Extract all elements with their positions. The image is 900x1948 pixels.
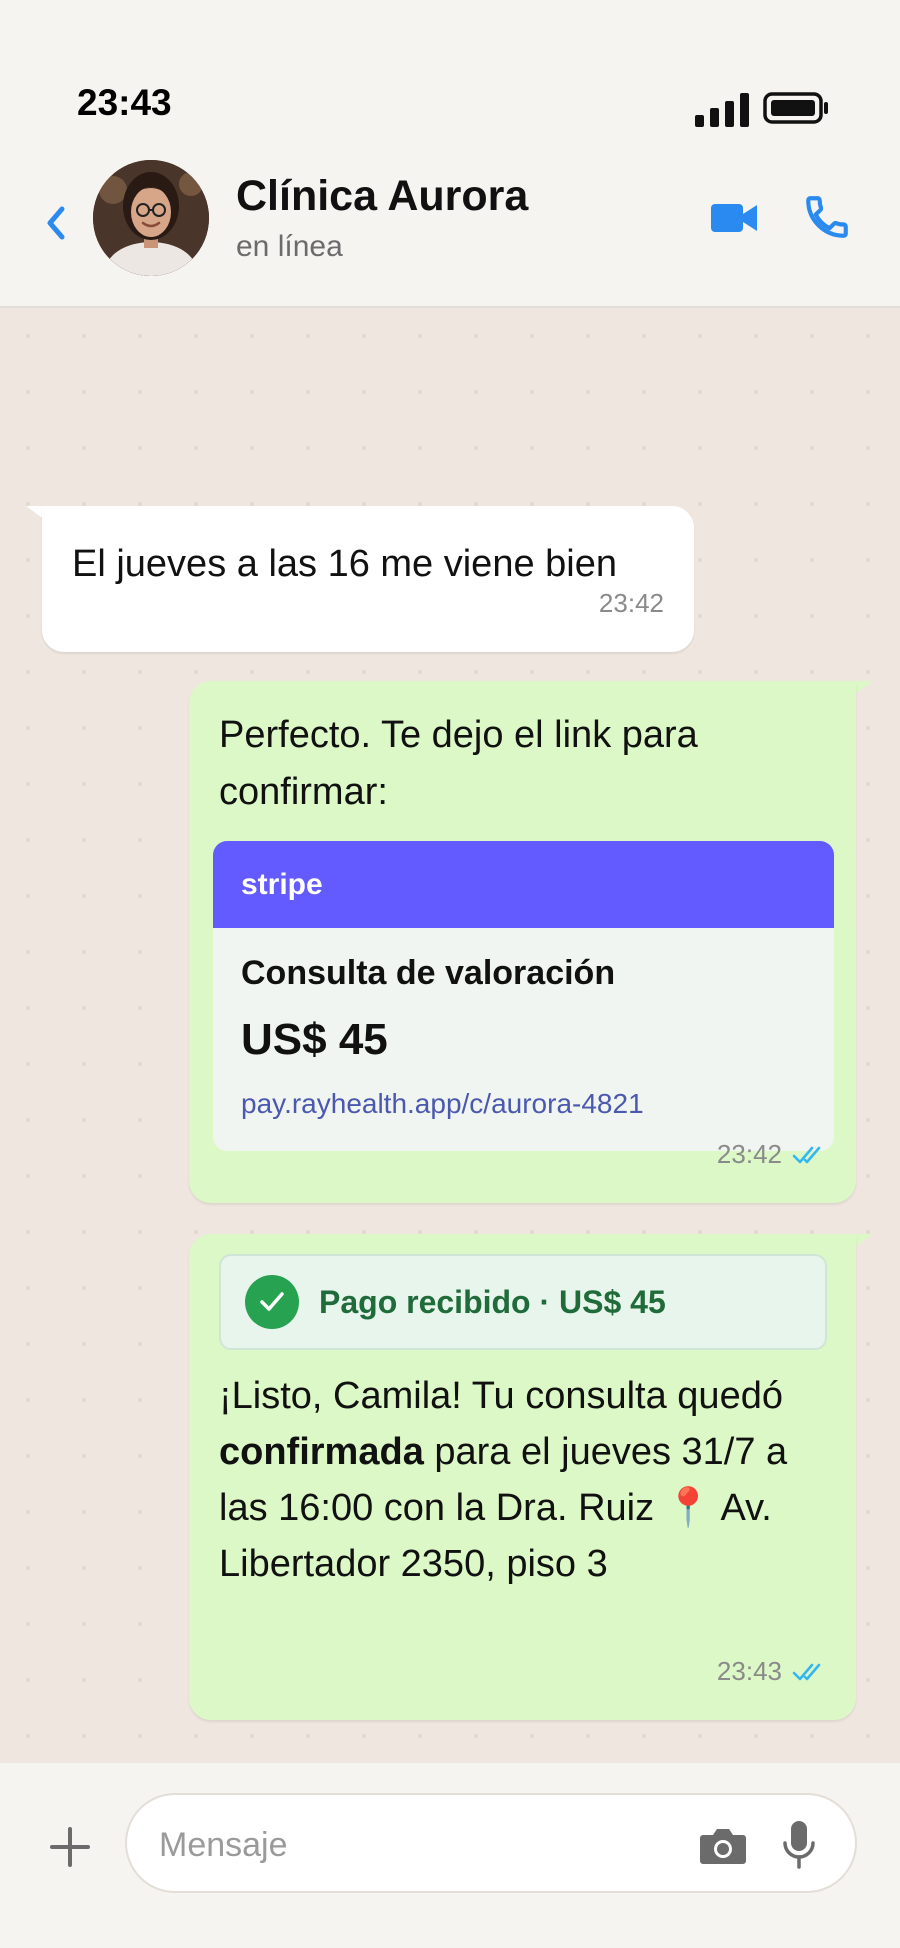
message-text-bold: confirmada — [219, 1431, 424, 1473]
payment-brand: stripe — [213, 841, 834, 928]
payment-title: Consulta de valoración — [241, 954, 616, 992]
double-check-icon — [792, 1146, 821, 1163]
chat-header: Clínica Aurora en línea — [0, 150, 900, 308]
payment-amount: US$ 45 — [241, 1015, 388, 1064]
contact-status: en línea — [236, 230, 343, 263]
battery-icon — [763, 92, 828, 124]
message-text: El jueves a las 16 me viene bien — [72, 543, 617, 585]
message-outgoing-payment-link[interactable]: Perfecto. Te dejo el link para confirmar… — [189, 681, 856, 1203]
signal-icon — [695, 93, 749, 127]
chat-area[interactable]: El jueves a las 16 me viene bien 23:42 P… — [0, 308, 900, 1763]
message-outgoing-confirmation[interactable]: Pago recibido · US$ 45 ¡Listo, Camila! T… — [189, 1234, 856, 1720]
video-camera-icon[interactable] — [710, 198, 758, 238]
message-meta: 23:42 — [717, 1126, 826, 1183]
message-time: 23:42 — [598, 588, 664, 618]
double-check-icon — [792, 1663, 821, 1680]
message-input[interactable] — [159, 1823, 699, 1867]
status-time: 23:43 — [77, 82, 172, 123]
camera-icon[interactable] — [699, 1825, 747, 1865]
avatar[interactable] — [93, 160, 209, 276]
composer — [0, 1763, 900, 1948]
message-field[interactable] — [125, 1793, 857, 1893]
message-text: ¡Listo, Camila! Tu consulta quedó confir… — [219, 1368, 826, 1592]
back-icon[interactable] — [40, 203, 70, 243]
contact-name[interactable]: Clínica Aurora — [236, 172, 528, 221]
message-meta: 23:43 — [717, 1643, 826, 1700]
phone-icon[interactable] — [802, 192, 852, 242]
status-bar: 23:43 — [0, 0, 900, 150]
message-time: 23:43 — [716, 1656, 782, 1686]
message-text: Perfecto. Te dejo el link para confirmar… — [219, 714, 698, 813]
message-time: 23:42 — [716, 1139, 782, 1169]
payment-link-card[interactable]: stripe Consulta de valoración US$ 45 pay… — [213, 841, 834, 1151]
avatar-image — [93, 160, 209, 276]
microphone-icon[interactable] — [782, 1819, 816, 1871]
plus-icon[interactable] — [48, 1825, 92, 1869]
payment-status: Pago recibido · US$ 45 — [319, 1283, 666, 1320]
payment-received-banner: Pago recibido · US$ 45 — [219, 1254, 827, 1350]
payment-url-link[interactable]: pay.rayhealth.app/c/aurora-4821 — [241, 1084, 806, 1124]
message-text-before: ¡Listo, Camila! Tu consulta quedó — [219, 1375, 783, 1417]
check-icon — [245, 1275, 299, 1329]
message-incoming[interactable]: El jueves a las 16 me viene bien 23:42 — [42, 506, 694, 652]
